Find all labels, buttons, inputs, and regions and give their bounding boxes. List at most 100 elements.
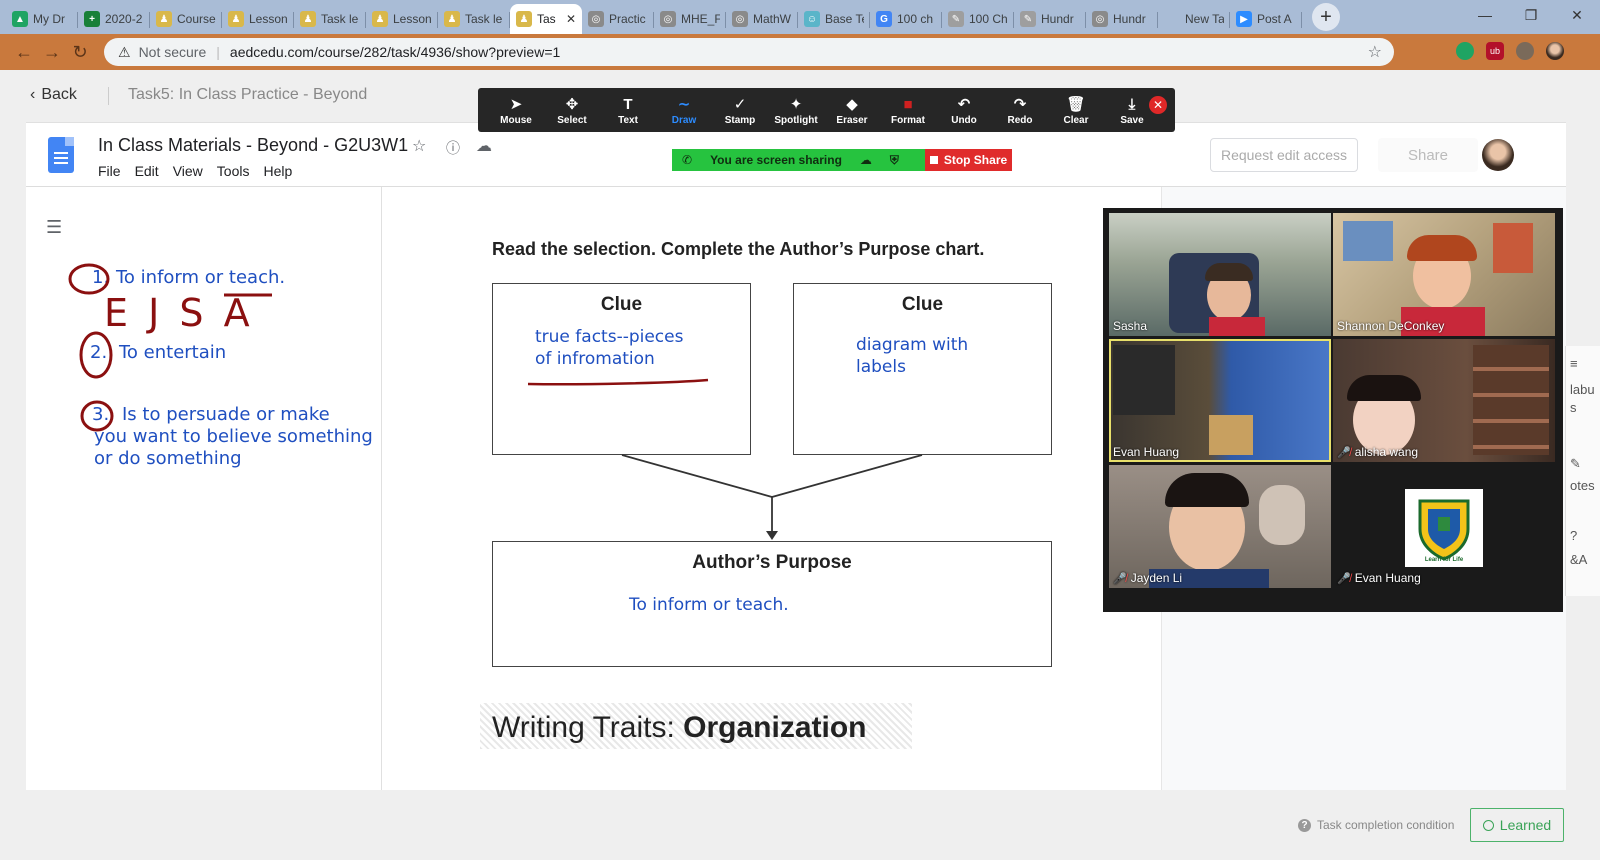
stop-share-button[interactable]: Stop Share [925, 149, 1012, 171]
browser-tab[interactable]: ♟ Task le [438, 4, 510, 34]
zoom-tool-select[interactable]: ✥ Select [546, 95, 598, 126]
reload-icon[interactable]: ↻ [66, 42, 94, 63]
menu-help[interactable]: Help [263, 163, 292, 179]
tab-favicon-icon: ☺ [804, 11, 820, 27]
participant-name-text: alisha wang [1354, 445, 1419, 459]
minimize-button[interactable]: — [1462, 0, 1508, 30]
tab-title: Practic [609, 12, 646, 26]
tab-title: 100 ch [897, 12, 934, 26]
doc-title[interactable]: In Class Materials - Beyond - G2U3W1 [98, 135, 408, 156]
request-edit-access-button[interactable]: Request edit access [1210, 138, 1358, 172]
account-avatar[interactable] [1482, 139, 1514, 171]
task-completion-condition[interactable]: ? Task completion condition [1298, 818, 1454, 832]
new-tab-button[interactable]: + [1312, 3, 1340, 31]
side-item-notes[interactable]: otes [1570, 478, 1595, 493]
writing-traits-heading: Writing Traits: Organization [480, 703, 912, 749]
tab-close-icon[interactable]: ✕ [566, 12, 576, 26]
zoom-tool-format[interactable]: ■ Format [882, 95, 934, 126]
shirt-shape [1209, 317, 1265, 336]
zoom-tool-redo[interactable]: ↷ Redo [994, 95, 1046, 126]
participant-name: Shannon DeConkey [1337, 319, 1444, 333]
menu-file[interactable]: File [98, 163, 121, 179]
menu-edit[interactable]: Edit [135, 163, 159, 179]
browser-tab[interactable]: ◎ MathW [726, 4, 798, 34]
back-label: Back [41, 86, 77, 103]
cabinet-shape [1209, 415, 1253, 455]
pencil-icon[interactable]: ✎ [1570, 456, 1581, 472]
share-button[interactable]: Share [1378, 138, 1478, 172]
browser-tab[interactable]: New Tab [1158, 4, 1230, 34]
tab-title: MHE_F [681, 12, 720, 26]
browser-tab[interactable]: ✎ 100 Ch [942, 4, 1014, 34]
browser-tab[interactable]: +2020-2 [78, 4, 150, 34]
menu-icon[interactable]: ≡ [1570, 356, 1578, 371]
video-tile[interactable]: Evan Huang [1109, 339, 1331, 462]
connector-left [621, 454, 773, 498]
video-tile[interactable]: Sasha [1109, 213, 1331, 336]
author-purpose-text: To inform or teach. [629, 595, 789, 615]
help-icon[interactable]: ? [1570, 528, 1577, 543]
tab-title: New Tab [1185, 12, 1224, 26]
tab-title: MathW [753, 12, 792, 26]
browser-tab[interactable]: ♟ Tas ✕ [510, 4, 582, 34]
browser-tab[interactable]: ✎ Hundr [1014, 4, 1086, 34]
extension-puzzle-icon[interactable] [1516, 42, 1534, 60]
circle-mark-1 [68, 263, 110, 295]
bookmark-star-icon[interactable]: ☆ [1368, 42, 1382, 62]
zoom-annotation-toolbar: ➤ Mouse ✥ Select T Text ∼ Draw ✓ Stamp ✦ Spotlight ◆… [478, 88, 1175, 132]
zoom-tool-eraser[interactable]: ◆ Eraser [826, 95, 878, 126]
browser-tab[interactable]: ☺ Base Te [798, 4, 870, 34]
browser-tab[interactable]: G 100 ch [870, 4, 942, 34]
hair-shape [1165, 473, 1249, 507]
zoom-tool-stamp[interactable]: ✓ Stamp [714, 95, 766, 126]
zoom-tool-draw[interactable]: ∼ Draw [658, 95, 710, 126]
google-docs-icon[interactable] [48, 137, 74, 173]
browser-tab[interactable]: ♟ Task le [294, 4, 366, 34]
close-window-button[interactable]: ✕ [1554, 0, 1600, 30]
hair-shape [1347, 375, 1421, 401]
url-text[interactable]: aedcedu.com/course/282/task/4936/show?pr… [230, 44, 560, 60]
zoom-tool-clear[interactable]: 🗑 Clear [1050, 95, 1102, 126]
browser-tab[interactable]: ◎ Practic [582, 4, 654, 34]
browser-tab[interactable]: ◎ Hundr [1086, 4, 1158, 34]
side-item-qa[interactable]: &A [1570, 552, 1587, 567]
zoom-tool-label: Undo [951, 114, 977, 126]
ublock-icon[interactable]: ub [1486, 42, 1504, 60]
cloud-icon[interactable]: ☁ [476, 136, 492, 156]
extension-icons: ub [1456, 42, 1564, 60]
back-arrow-icon[interactable]: ← [10, 42, 38, 63]
video-tile[interactable]: Shannon DeConkey [1333, 213, 1555, 336]
video-tile[interactable]: Learn for Life 🎤̸ Evan Huang [1333, 465, 1555, 588]
zoom-tool-spotlight[interactable]: ✦ Spotlight [770, 95, 822, 126]
extension-green-icon[interactable] [1456, 42, 1474, 60]
muted-mic-icon: 🎤̸ [1113, 572, 1127, 585]
profile-avatar[interactable] [1546, 42, 1564, 60]
menu-view[interactable]: View [173, 163, 203, 179]
maximize-button[interactable]: ❐ [1508, 0, 1554, 30]
info-icon[interactable]: ⓘ [446, 138, 460, 158]
browser-tab[interactable]: ▲ My Dr [6, 4, 78, 34]
browser-tab[interactable]: ♟ Lesson [222, 4, 294, 34]
video-tile[interactable]: 🎤̸ Jayden Li [1109, 465, 1331, 588]
close-annotation-icon[interactable]: ✕ [1149, 96, 1167, 114]
menu-tools[interactable]: Tools [217, 163, 250, 179]
hair-shape [1205, 263, 1253, 281]
connector-arrows [527, 378, 923, 540]
tab-title: Lesson [249, 12, 288, 26]
star-icon[interactable]: ☆ [412, 136, 426, 156]
zoom-tool-mouse[interactable]: ➤ Mouse [490, 95, 542, 126]
side-item-syllabus[interactable]: labu [1570, 382, 1595, 397]
forward-arrow-icon[interactable]: → [38, 42, 66, 63]
browser-tab[interactable]: ♟ Lesson [366, 4, 438, 34]
learned-button[interactable]: Learned [1470, 808, 1564, 842]
back-link[interactable]: ‹ Back [30, 86, 77, 104]
browser-tab[interactable]: ◎ MHE_F [654, 4, 726, 34]
zoom-tool-undo[interactable]: ↶ Undo [938, 95, 990, 126]
video-tile[interactable]: 🎤̸ alisha wang [1333, 339, 1555, 462]
zoom-tool-text[interactable]: T Text [602, 95, 654, 126]
tab-favicon-icon: ♟ [372, 11, 388, 27]
browser-tab[interactable]: ♟ Course [150, 4, 222, 34]
browser-tab[interactable]: ▶ Post A [1230, 4, 1302, 34]
url-omnibox[interactable]: ⚠ Not secure | aedcedu.com/course/282/ta… [104, 38, 1394, 66]
participant-name-text: Shannon DeConkey [1337, 319, 1445, 333]
